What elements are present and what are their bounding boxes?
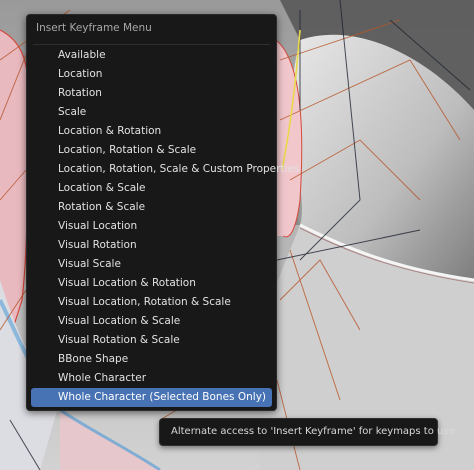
menu-separator (33, 44, 270, 45)
menu-items: Available Location Rotation Scale Locati… (31, 46, 299, 407)
menu-title: Insert Keyframe Menu (36, 22, 152, 34)
menu-item-visual-rotation[interactable]: Visual Rotation (31, 236, 272, 255)
tooltip: Alternate access to 'Insert Keyframe' fo… (159, 418, 458, 446)
menu-item-visual-location-rotation-scale[interactable]: Visual Location, Rotation & Scale (31, 293, 272, 312)
menu-item-location-scale[interactable]: Location & Scale (31, 179, 272, 198)
menu-item-visual-location-rotation[interactable]: Visual Location & Rotation (31, 274, 272, 293)
menu-item-whole-character[interactable]: Whole Character (31, 369, 272, 388)
menu-item-available[interactable]: Available (31, 46, 272, 65)
menu-item-location[interactable]: Location (31, 65, 272, 84)
menu-item-visual-scale[interactable]: Visual Scale (31, 255, 272, 274)
menu-item-location-rotation-scale[interactable]: Location, Rotation & Scale (31, 141, 272, 160)
menu-item-visual-location-scale[interactable]: Visual Location & Scale (31, 312, 272, 331)
menu-item-whole-character-selected-bones-only[interactable]: Whole Character (Selected Bones Only) (31, 388, 272, 407)
menu-item-rotation[interactable]: Rotation (31, 84, 272, 103)
insert-keyframe-menu: Insert Keyframe Menu Available Location … (26, 14, 299, 411)
menu-item-location-rotation-scale-custom-properties[interactable]: Location, Rotation, Scale & Custom Prope… (31, 160, 299, 179)
menu-item-location-rotation[interactable]: Location & Rotation (31, 122, 272, 141)
menu-item-rotation-scale[interactable]: Rotation & Scale (31, 198, 272, 217)
menu-item-visual-rotation-scale[interactable]: Visual Rotation & Scale (31, 331, 272, 350)
menu-item-bbone-shape[interactable]: BBone Shape (31, 350, 272, 369)
menu-item-visual-location[interactable]: Visual Location (31, 217, 272, 236)
menu-item-scale[interactable]: Scale (31, 103, 272, 122)
